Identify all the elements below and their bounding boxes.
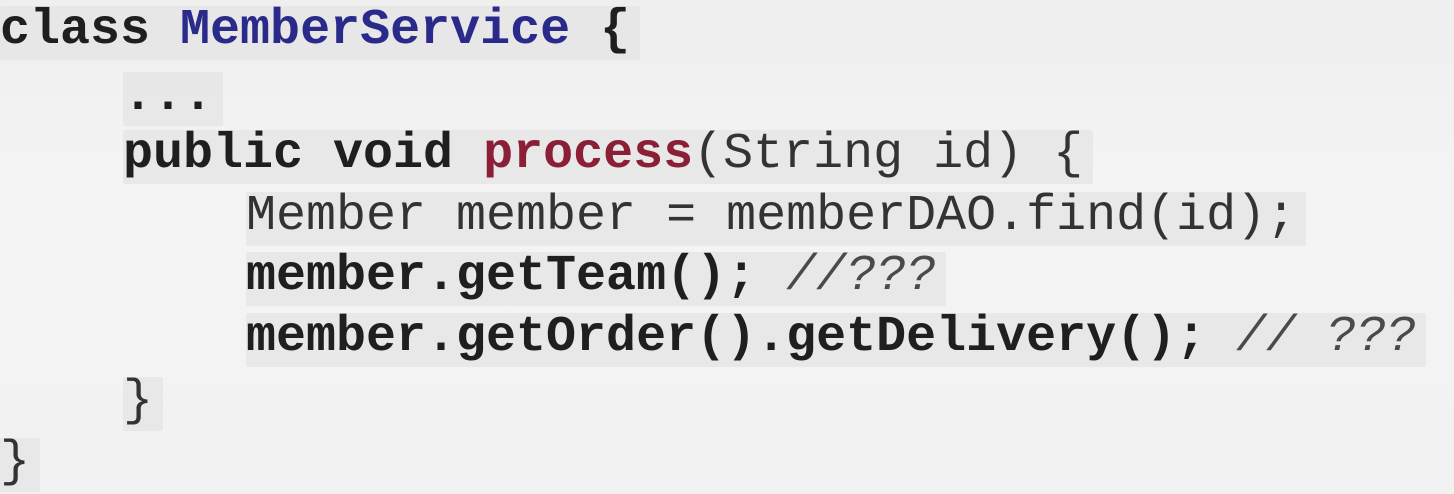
class-name: MemberService bbox=[180, 2, 571, 59]
find-statement: Member member = memberDAO.find(id); bbox=[246, 188, 1297, 245]
method-name: process bbox=[483, 126, 694, 183]
code-line-class-declaration: class MemberService { bbox=[0, 6, 641, 60]
get-delivery-comment: // ??? bbox=[1236, 309, 1417, 366]
get-team-comment: //??? bbox=[786, 248, 937, 305]
code-line-find-member: Member member = memberDAO.find(id); bbox=[246, 192, 1307, 246]
opening-brace: { bbox=[600, 2, 631, 59]
keyword-class: class bbox=[0, 2, 151, 59]
code-snippet: class MemberService { ... public void pr… bbox=[0, 0, 1454, 494]
method-closing-brace: } bbox=[123, 373, 154, 430]
ellipsis: ... bbox=[123, 68, 214, 125]
code-line-ellipsis: ... bbox=[123, 72, 224, 126]
class-closing-brace: } bbox=[0, 434, 31, 491]
code-line-get-delivery: member.getOrder().getDelivery(); // ??? bbox=[246, 313, 1427, 367]
code-line-method-signature: public void process(String id) { bbox=[123, 130, 1094, 184]
code-line-get-team: member.getTeam(); //??? bbox=[246, 252, 947, 306]
code-line-class-close: } bbox=[0, 438, 41, 492]
get-team-call: member.getTeam(); bbox=[246, 248, 757, 305]
get-delivery-call: member.getOrder().getDelivery(); bbox=[246, 309, 1207, 366]
code-line-method-close: } bbox=[123, 377, 164, 431]
method-modifiers: public void bbox=[123, 126, 454, 183]
method-params: (String id) { bbox=[693, 126, 1084, 183]
